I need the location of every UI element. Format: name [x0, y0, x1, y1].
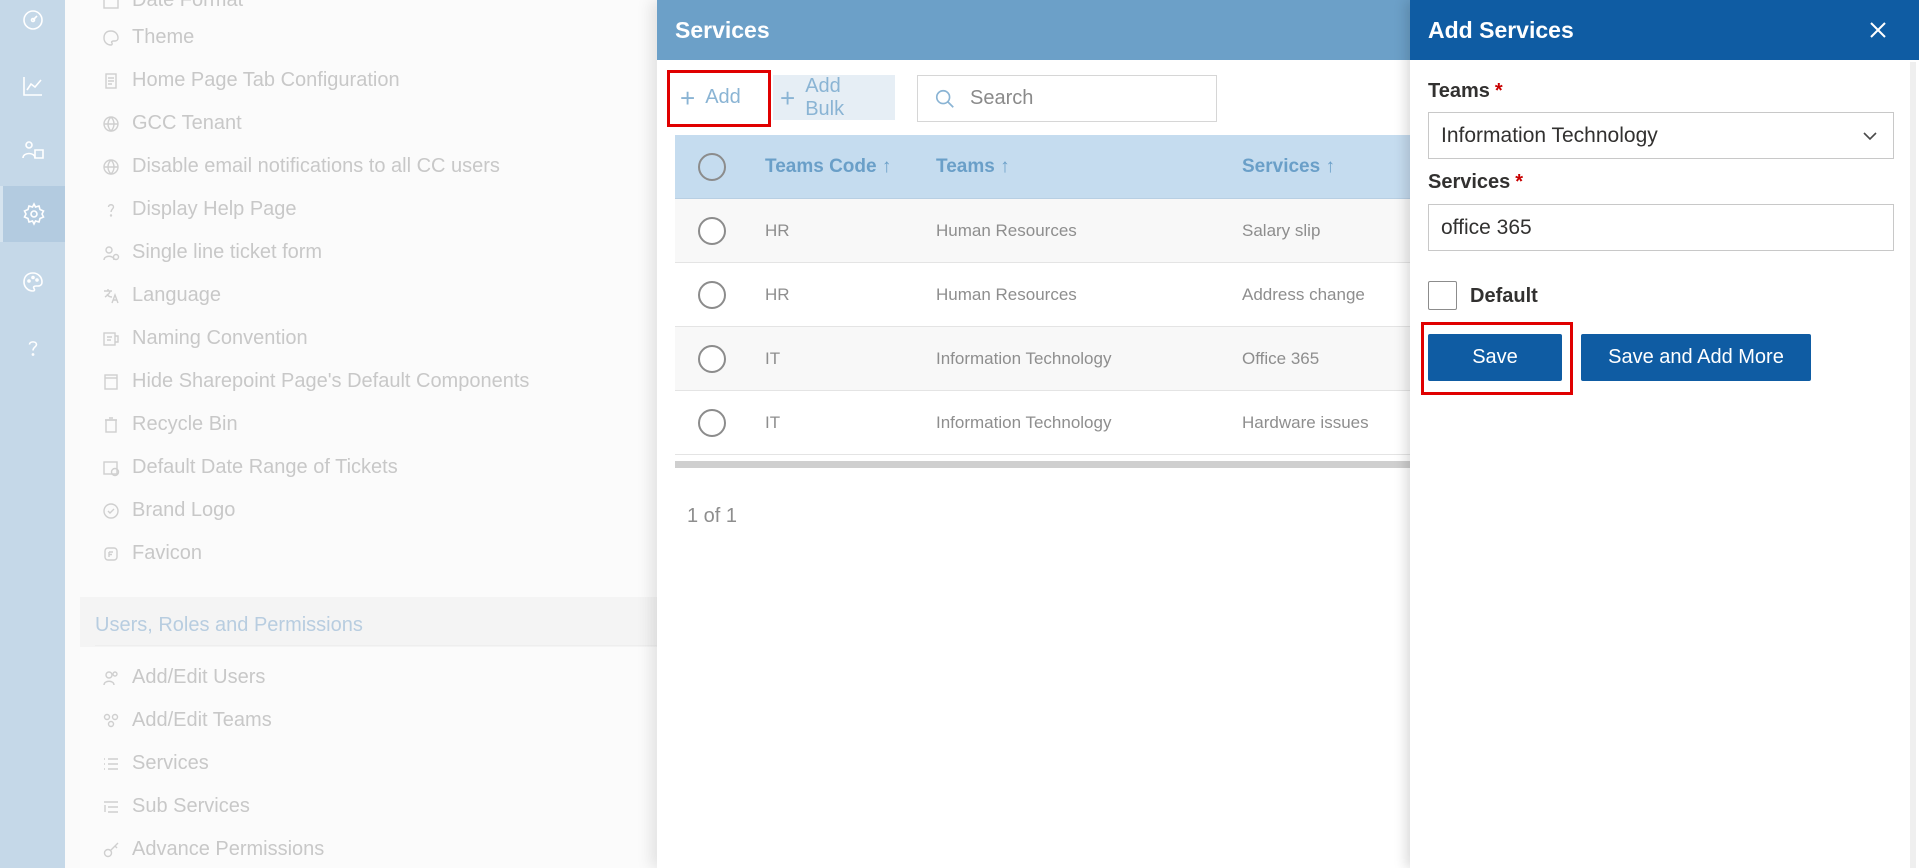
- settings-icon[interactable]: [0, 186, 65, 242]
- required-marker: *: [1515, 171, 1524, 193]
- teams-dropdown[interactable]: Information Technology: [1428, 112, 1894, 159]
- teams-label: Teams *: [1428, 80, 1503, 102]
- page-icon: [100, 70, 122, 92]
- calendar-clock-icon: [100, 457, 122, 479]
- services-input[interactable]: office 365: [1428, 204, 1894, 251]
- plus-icon: +: [780, 82, 796, 113]
- settings-item-recycle-bin[interactable]: Recycle Bin: [100, 403, 238, 446]
- cell-teams-code: HR: [765, 285, 790, 304]
- badge-icon: [100, 500, 122, 522]
- analytics-icon[interactable]: [0, 58, 65, 114]
- settings-item-naming-convention[interactable]: Naming Convention: [100, 317, 308, 360]
- cell-teams-code: IT: [765, 349, 781, 368]
- cell-teams: Human Resources: [936, 285, 1077, 304]
- settings-item-home-page-tab[interactable]: Home Page Tab Configuration: [100, 59, 400, 102]
- key-icon: [100, 839, 122, 861]
- horizontal-scrollbar[interactable]: [675, 461, 1410, 468]
- question-icon: [100, 199, 122, 221]
- required-marker: *: [1494, 80, 1503, 102]
- settings-item-sub-services[interactable]: Sub Services: [100, 785, 250, 828]
- select-all-radio[interactable]: [698, 153, 726, 181]
- close-icon: [1870, 22, 1886, 38]
- save-button-highlight: [1421, 322, 1573, 395]
- cell-teams: Human Resources: [936, 221, 1077, 240]
- search-icon: [935, 89, 954, 108]
- form-icon: [100, 242, 122, 264]
- dialog-title-bar: Add Services: [1410, 0, 1919, 60]
- row-select-radio[interactable]: [698, 281, 726, 309]
- settings-item-add-edit-users[interactable]: Add/Edit Users: [100, 656, 265, 699]
- dashboard-icon[interactable]: [0, 0, 65, 48]
- sublist-icon: [100, 796, 122, 818]
- settings-item-favicon[interactable]: Favicon: [100, 532, 202, 575]
- favicon-icon: [100, 543, 122, 565]
- cell-services: Office 365: [1242, 349, 1320, 368]
- search-input[interactable]: Search: [917, 75, 1217, 122]
- default-checkbox[interactable]: [1428, 281, 1457, 310]
- cell-services: Salary slip: [1242, 221, 1321, 240]
- add-bulk-button[interactable]: + Add Bulk: [770, 75, 895, 120]
- chevron-down-icon: [1861, 127, 1879, 145]
- dialog-title: Add Services: [1428, 16, 1574, 43]
- cell-services: Address change: [1242, 285, 1365, 304]
- settings-item-services[interactable]: Services: [100, 742, 209, 785]
- palette-icon[interactable]: [0, 254, 65, 310]
- naming-icon: [100, 328, 122, 350]
- help-icon[interactable]: [0, 320, 65, 376]
- users-icon[interactable]: [0, 122, 65, 178]
- pagination-text: 1 of 1: [687, 505, 738, 527]
- add-services-dialog: Add Services Teams * Information Technolo…: [1410, 0, 1919, 868]
- save-and-add-more-button[interactable]: Save and Add More: [1581, 334, 1811, 381]
- people-icon: [100, 667, 122, 689]
- column-header-teams[interactable]: Teams ↑: [936, 135, 1010, 199]
- services-label: Services *: [1428, 171, 1524, 193]
- cell-teams-code: HR: [765, 221, 790, 240]
- settings-item-brand-logo[interactable]: Brand Logo: [100, 489, 235, 532]
- settings-item-hide-sharepoint[interactable]: Hide Sharepoint Page's Default Component…: [100, 360, 529, 403]
- list-icon: [100, 753, 122, 775]
- cell-teams-code: IT: [765, 413, 781, 432]
- settings-item-default-date-range[interactable]: Default Date Range of Tickets: [100, 446, 398, 489]
- table-row[interactable]: IT Information Technology Hardware issue…: [675, 391, 1410, 455]
- settings-item-gcc-tenant[interactable]: GCC Tenant: [100, 102, 242, 145]
- column-header-services[interactable]: Services ↑: [1242, 135, 1335, 199]
- row-select-radio[interactable]: [698, 217, 726, 245]
- settings-item-disable-email[interactable]: Disable email notifications to all CC us…: [100, 145, 500, 188]
- close-button[interactable]: [1865, 17, 1891, 43]
- globe-icon: [100, 113, 122, 135]
- language-icon: [100, 285, 122, 307]
- settings-item-advance-permissions[interactable]: Advance Permissions: [100, 828, 324, 868]
- table-row[interactable]: HR Human Resources Salary slip: [675, 199, 1410, 263]
- settings-background: Date Format Theme Home Page Tab Configur…: [80, 0, 700, 868]
- globe-icon: [100, 156, 122, 178]
- settings-item-language[interactable]: Language: [100, 274, 221, 317]
- row-select-radio[interactable]: [698, 345, 726, 373]
- left-nav-rail: [0, 0, 65, 868]
- default-checkbox-label: Default: [1470, 285, 1538, 307]
- page-icon: [100, 371, 122, 393]
- settings-item-single-line-form[interactable]: Single line ticket form: [100, 231, 322, 274]
- vertical-scrollbar[interactable]: [1910, 62, 1916, 868]
- table-row[interactable]: HR Human Resources Address change: [675, 263, 1410, 327]
- recycle-icon: [100, 414, 122, 436]
- palette-icon: [100, 27, 122, 49]
- services-grid: Teams Code ↑ Teams ↑ Services ↑ HR Human…: [675, 135, 1410, 455]
- section-divider: [95, 645, 685, 646]
- services-panel: Services + Add Bulk + Add Search Teams C…: [657, 0, 1410, 868]
- cell-services: Hardware issues: [1242, 413, 1369, 432]
- calendar-icon: [100, 0, 122, 12]
- settings-item-add-edit-teams[interactable]: Add/Edit Teams: [100, 699, 272, 742]
- table-row[interactable]: IT Information Technology Office 365: [675, 327, 1410, 391]
- cell-teams: Information Technology: [936, 413, 1112, 432]
- settings-item-display-help[interactable]: Display Help Page: [100, 188, 297, 231]
- add-button-highlight: [667, 70, 771, 127]
- team-icon: [100, 710, 122, 732]
- settings-item-theme[interactable]: Theme: [100, 16, 194, 59]
- row-select-radio[interactable]: [698, 409, 726, 437]
- section-title: Users, Roles and Permissions: [95, 614, 363, 636]
- services-panel-title: Services: [657, 0, 1410, 60]
- grid-header: Teams Code ↑ Teams ↑ Services ↑: [675, 135, 1410, 199]
- cell-teams: Information Technology: [936, 349, 1112, 368]
- column-header-teams-code[interactable]: Teams Code ↑: [765, 135, 891, 199]
